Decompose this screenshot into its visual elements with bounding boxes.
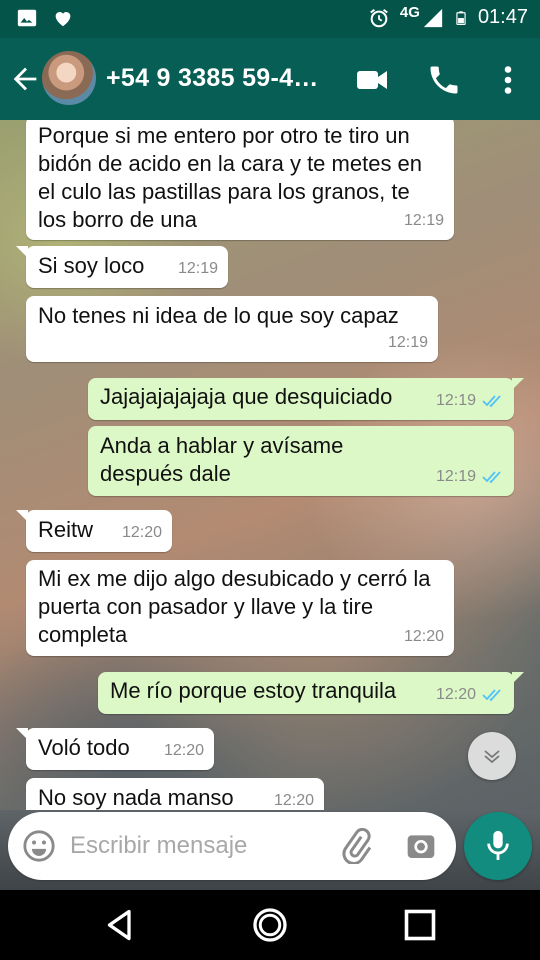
heart-icon (55, 12, 71, 27)
status-bar: 4G 01:47 (0, 0, 540, 38)
emoji-icon[interactable] (22, 829, 56, 863)
message-incoming[interactable]: No soy nada manso 12:20 (26, 778, 324, 810)
message-incoming[interactable]: No tenes ni idea de lo que soy capaz 12:… (26, 296, 438, 362)
read-ticks-icon (482, 395, 501, 408)
message-meta: 12:20 (404, 623, 444, 651)
message-time: 12:20 (435, 686, 476, 703)
network-type: 4G (399, 4, 420, 21)
message-meta: 12:20 (274, 787, 314, 810)
message-text: No tenes ni idea de lo que soy capaz (38, 303, 399, 328)
message-input[interactable] (70, 828, 330, 864)
message-incoming[interactable]: Si soy loco 12:19 (16, 246, 228, 288)
message-outgoing[interactable]: Me río porque estoy tranquila 12:20 (98, 672, 524, 714)
alarm-icon (370, 8, 388, 27)
message-incoming[interactable]: Voló todo 12:20 (16, 728, 214, 770)
mic-icon (487, 830, 509, 860)
back-triangle-icon[interactable] (102, 907, 138, 943)
message-incoming[interactable]: Mi ex me dijo algo desubicado y cerró la… (26, 560, 454, 656)
message-time: 12:20 (273, 792, 314, 809)
message-meta: 12:19 (436, 463, 504, 491)
chat-header: +54 9 3385 59-4… (0, 38, 540, 120)
message-composer (8, 812, 456, 880)
message-time: 12:20 (121, 524, 162, 541)
read-ticks-icon (482, 471, 501, 484)
message-text: Porque si me entero por otro te tiro un … (38, 123, 423, 232)
message-time: 12:19 (403, 212, 444, 229)
phone-icon[interactable] (426, 62, 462, 98)
system-nav-bar (0, 890, 540, 960)
message-time: 12:20 (403, 628, 444, 645)
battery-icon (456, 10, 466, 25)
back-arrow-icon[interactable] (8, 62, 42, 96)
mic-button[interactable] (464, 812, 532, 880)
message-outgoing[interactable]: Jajajajajajaja que desquiciado 12:19 (88, 378, 524, 420)
contact-name[interactable]: +54 9 3385 59-4… (106, 64, 319, 93)
clock: 01:47 (477, 6, 528, 28)
message-time: 12:19 (435, 468, 476, 485)
avatar[interactable] (42, 51, 96, 105)
message-incoming[interactable]: Porque si me entero por otro te tiro un … (26, 120, 454, 240)
more-vert-icon[interactable] (490, 62, 526, 98)
message-time: 12:19 (177, 260, 218, 277)
message-meta: 12:19 (388, 329, 428, 357)
image-icon (17, 9, 37, 27)
video-call-icon[interactable] (354, 62, 390, 98)
message-time: 12:19 (435, 392, 476, 409)
message-text: Mi ex me dijo algo desubicado y cerró la… (38, 566, 431, 647)
camera-icon[interactable] (404, 830, 438, 862)
message-incoming[interactable]: Reitw 12:20 (16, 510, 172, 552)
message-meta: 12:20 (122, 519, 162, 547)
message-meta: 12:19 (436, 387, 504, 415)
message-time: 12:20 (163, 742, 204, 759)
scroll-to-bottom-button[interactable] (468, 732, 516, 780)
attach-icon[interactable] (338, 828, 374, 864)
message-meta: 12:19 (404, 207, 444, 235)
message-meta: 12:20 (164, 737, 204, 765)
recents-square-icon[interactable] (402, 907, 438, 943)
home-circle-icon[interactable] (252, 907, 288, 943)
message-meta: 12:20 (436, 681, 504, 709)
chevron-down-icon (484, 750, 500, 764)
message-meta: 12:19 (178, 255, 218, 283)
read-ticks-icon (482, 689, 501, 702)
message-time: 12:19 (387, 334, 428, 351)
chat-area[interactable]: Porque si me entero por otro te tiro un … (0, 120, 540, 810)
signal-icon (423, 8, 443, 27)
message-outgoing[interactable]: Anda a hablar y avísame después dale 12:… (88, 426, 514, 496)
